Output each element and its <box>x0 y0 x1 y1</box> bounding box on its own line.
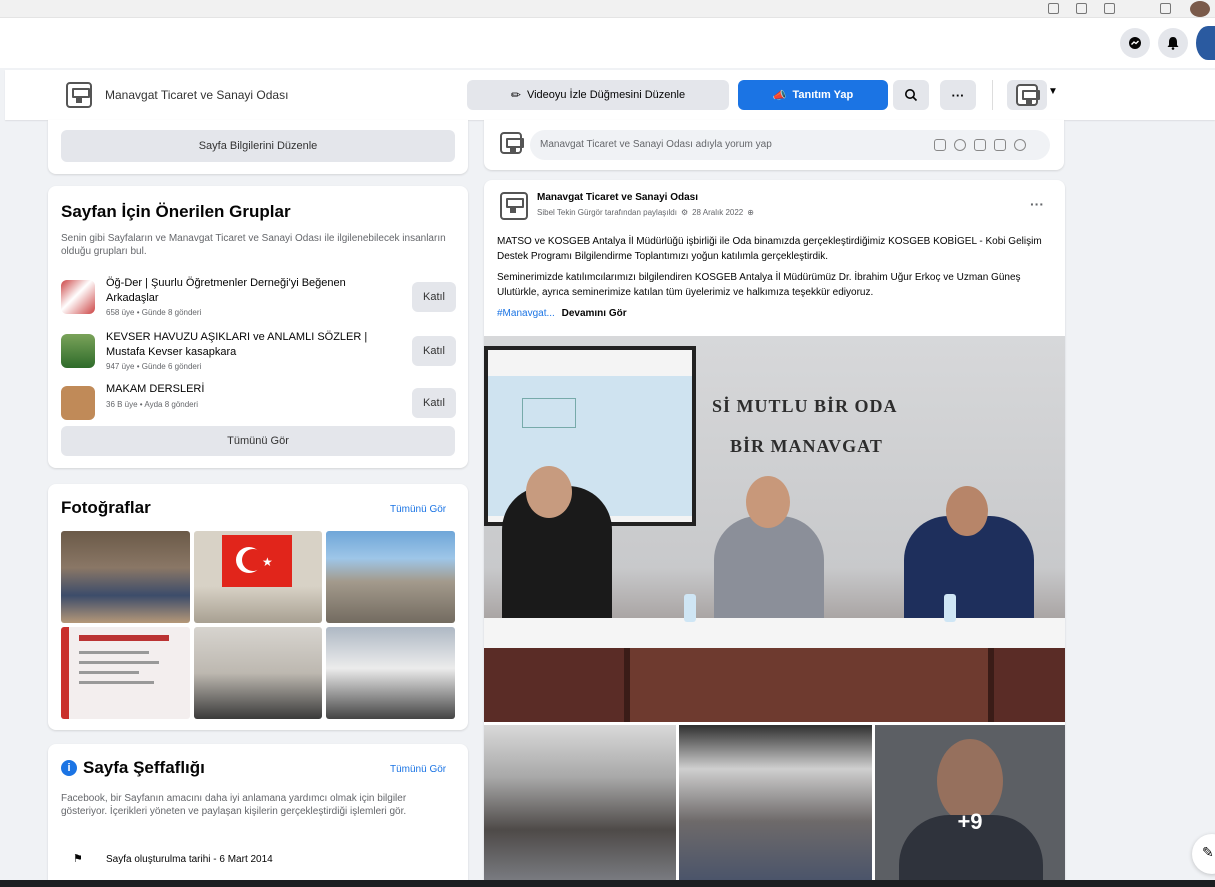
turkish-flag: ★ <box>222 535 292 587</box>
tab-icon[interactable] <box>1104 3 1115 14</box>
browser-top-strip <box>0 0 1215 18</box>
post-photo-thumbnail[interactable] <box>679 725 872 887</box>
groups-title: Sayfan İçin Önerilen Gruplar <box>61 202 291 221</box>
edit-watch-video-button[interactable]: ✏ Videoyu İzle Düğmesini Düzenle <box>467 80 729 110</box>
minimize-icon[interactable] <box>1048 3 1059 14</box>
page-name[interactable]: Manavgat Ticaret ve Sanayi Odası <box>105 88 288 102</box>
photo-thumbnail[interactable] <box>61 627 190 719</box>
join-group-button[interactable]: Katıl <box>412 336 456 366</box>
person-face <box>526 466 572 518</box>
post-options-icon[interactable]: ··· <box>1030 196 1044 212</box>
search-icon <box>905 89 918 102</box>
water-bottle <box>684 594 696 622</box>
photo-thumbnail[interactable] <box>326 627 455 719</box>
group-item[interactable]: KEVSER HAVUZU AŞIKLARI ve ANLAMLI SÖZLER… <box>61 330 456 372</box>
post-paragraph: MATSO ve KOSGEB Antalya İl Müdürlüğü işb… <box>497 236 1042 262</box>
transparency-description: Facebook, bir Sayfanın amacını daha iyi … <box>61 793 407 817</box>
gif-icon[interactable] <box>994 139 1006 151</box>
see-more-link[interactable]: Devamını Gör <box>562 308 627 319</box>
post-meta: Sibel Tekin Gürgör tarafından paylaşıldı… <box>537 208 754 217</box>
composer-avatar-icon[interactable] <box>500 132 524 154</box>
more-options-button[interactable]: ··· <box>940 80 976 110</box>
facebook-top-bar <box>0 18 1215 68</box>
switch-profile-button[interactable] <box>1007 80 1047 110</box>
photo-icon[interactable] <box>974 139 986 151</box>
group-thumbnail[interactable] <box>61 334 95 368</box>
table-panel <box>624 648 994 722</box>
flag-icon: ⚑ <box>73 853 83 865</box>
compose-icon: ✎ <box>1202 844 1214 860</box>
water-bottle <box>944 594 956 622</box>
page-logo-icon[interactable] <box>66 82 92 108</box>
photos-title: Fotoğraflar <box>61 498 151 517</box>
photos-card: Fotoğraflar Tümünü Gör ★ <box>48 484 468 730</box>
suggested-groups-card: Sayfan İçin Önerilen Gruplar Senin gibi … <box>48 186 468 468</box>
taskbar-strip <box>0 880 1215 887</box>
messenger-icon[interactable] <box>1120 28 1150 58</box>
group-item[interactable]: MAKAM DERSLERİ 36 B üye • Ayda 8 gönderi… <box>61 382 456 424</box>
photo-thumbnail[interactable] <box>61 531 190 623</box>
page-info-card: Sayfa Bilgilerini Düzenle <box>48 120 468 174</box>
table-top <box>484 618 1065 648</box>
person-face <box>946 486 988 536</box>
post-main-photo[interactable]: Sİ MUTLU BİR ODA BİR MANAVGAT <box>484 336 1065 722</box>
settings-icon[interactable]: ⚙ <box>681 208 688 217</box>
banner-text: BİR MANAVGAT <box>730 436 883 456</box>
group-thumbnail[interactable] <box>61 386 95 420</box>
photo-thumbnail[interactable]: ★ <box>194 531 322 623</box>
edit-page-info-button[interactable]: Sayfa Bilgilerini Düzenle <box>61 130 455 162</box>
window-icon[interactable] <box>1076 3 1087 14</box>
post-see-more: #Manavgat... Devamını Gör <box>497 308 627 319</box>
transparency-see-all-link[interactable]: Tümünü Gör <box>390 764 446 775</box>
photo-thumbnail[interactable] <box>326 531 455 623</box>
photo-thumbnail[interactable] <box>194 627 322 719</box>
page-logo-small-icon <box>1016 84 1040 106</box>
composer-card: Manavgat Ticaret ve Sanayi Odası adıyla … <box>484 120 1064 170</box>
post-card: Manavgat Ticaret ve Sanayi Odası Sibel T… <box>484 180 1065 887</box>
extension-icon[interactable] <box>1160 3 1171 14</box>
globe-icon: ⊕ <box>747 208 754 217</box>
megaphone-icon: 📣 <box>772 89 787 102</box>
sticker-icon[interactable] <box>1014 139 1026 151</box>
notifications-bell-icon[interactable] <box>1158 28 1188 58</box>
more-photos-count: +9 <box>957 809 983 834</box>
page-transparency-card: i Sayfa Şeffaflığı Tümünü Gör Facebook, … <box>48 744 468 887</box>
promote-button[interactable]: 📣 Tanıtım Yap <box>738 80 888 110</box>
group-item[interactable]: Öğ-Der | Şuurlu Öğretmenler Derneği'yi B… <box>61 276 456 318</box>
pencil-icon: ✏ <box>510 88 521 102</box>
post-photo-more[interactable]: +9 <box>875 725 1065 887</box>
hashtag-link[interactable]: #Manavgat... <box>497 308 555 319</box>
account-avatar[interactable] <box>1196 26 1215 60</box>
transparency-title: Sayfa Şeffaflığı <box>83 758 205 777</box>
camera-icon[interactable] <box>934 139 946 151</box>
post-author-avatar[interactable] <box>500 192 528 220</box>
header-divider <box>992 80 993 110</box>
profile-avatar[interactable] <box>1190 1 1210 17</box>
chevron-down-icon[interactable]: ▼ <box>1048 86 1058 97</box>
new-message-button[interactable]: ✎ <box>1192 834 1215 874</box>
group-thumbnail[interactable] <box>61 280 95 314</box>
post-paragraph: Seminerimizde katılımcılarımızı bilgilen… <box>497 272 1021 298</box>
info-icon: i <box>61 760 77 776</box>
see-all-groups-button[interactable]: Tümünü Gör <box>61 426 455 456</box>
join-group-button[interactable]: Katıl <box>412 282 456 312</box>
person-center <box>714 516 824 626</box>
page-created-date: Sayfa oluşturulma tarihi - 6 Mart 2014 <box>106 854 273 865</box>
comment-input[interactable]: Manavgat Ticaret ve Sanayi Odası adıyla … <box>530 130 1050 160</box>
join-group-button[interactable]: Katıl <box>412 388 456 418</box>
post-author-name[interactable]: Manavgat Ticaret ve Sanayi Odası <box>537 192 698 203</box>
photos-see-all-link[interactable]: Tümünü Gör <box>390 504 446 515</box>
search-button[interactable] <box>893 80 929 110</box>
banner-text: Sİ MUTLU BİR ODA <box>712 396 898 416</box>
page-header-bar: Manavgat Ticaret ve Sanayi Odası ✏ Video… <box>5 70 1215 120</box>
person-face <box>746 476 790 528</box>
emoji-icon[interactable] <box>954 139 966 151</box>
groups-description: Senin gibi Sayfaların ve Manavgat Ticare… <box>61 233 446 257</box>
post-photo-thumbnail[interactable] <box>484 725 676 887</box>
